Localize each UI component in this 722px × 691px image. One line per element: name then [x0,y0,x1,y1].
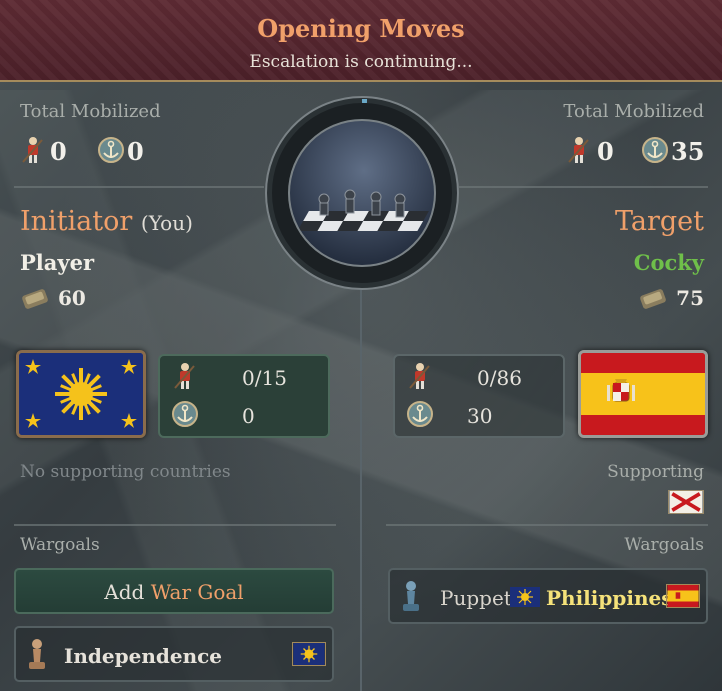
target-diplomatic-stat: 75 [676,286,704,310]
soldier-icon [568,137,589,163]
spain-flag-icon [581,353,705,435]
anchor-icon [98,137,124,163]
anchor-icon [172,401,198,427]
you-label: (You) [140,211,193,235]
pawn-icon [29,639,45,669]
target-flag[interactable] [578,350,708,438]
initiator-army-ratio: 0/15 [242,366,287,390]
scroll-icon [22,289,48,309]
initiator-army-mobilized: 0 [50,137,67,166]
pawn-icon [403,581,419,611]
initiator-diplomatic-stat: 60 [58,286,86,310]
divider [14,524,336,526]
initiator-navy-mobilized: 0 [127,137,144,166]
initiator-title: Initiator (You) [20,206,193,237]
target-forces-panel[interactable]: 0/86 30 [393,354,565,438]
philippines-flag-icon [19,353,143,435]
anchor-icon [407,401,433,427]
initiator-attitude: Player [20,250,95,275]
initiator-forces-panel[interactable]: 0/15 0 [158,354,330,438]
target-wargoal-type: Puppet [440,586,512,610]
add-button-prefix: Add [104,580,145,604]
center-emblem [264,95,460,291]
no-supporting-text: No supporting countries [20,462,231,482]
add-war-goal-button[interactable]: Add War Goal [14,568,334,614]
soldier-icon [22,137,43,163]
page-subtitle: Escalation is continuing... [249,52,473,72]
initiator-wargoal-row[interactable]: Independence [14,626,334,682]
scroll-icon [640,289,666,309]
add-button-highlight: War Goal [150,580,244,604]
initiator-wargoals-label: Wargoals [20,535,100,555]
target-army-mobilized: 0 [597,137,614,166]
initiator-total-mobilized-label: Total Mobilized [20,101,161,122]
philippines-flag-icon [510,587,540,607]
chess-board-icon [265,96,459,290]
target-label: Target [614,206,704,237]
target-wargoal-row[interactable]: Puppet Philippines [388,568,708,624]
soldier-icon [174,363,195,389]
divider [386,524,708,526]
target-army-ratio: 0/86 [477,366,522,390]
target-navy-value: 30 [467,404,493,428]
target-wargoals-label: Wargoals [624,535,704,555]
divider [458,186,708,188]
initiator-navy-value: 0 [242,404,255,428]
page-title: Opening Moves [257,14,465,43]
soldier-icon [409,363,430,389]
target-total-mobilized-label: Total Mobilized [563,101,704,122]
target-wargoal-country: Philippines [546,586,673,610]
target-supporting-label: Supporting [607,462,704,482]
divider [14,186,264,188]
anchor-icon [642,137,668,163]
initiator-label: Initiator [20,206,133,237]
philippines-flag-icon [292,642,326,666]
burgundy-cross-flag-icon[interactable] [668,490,704,514]
initiator-wargoal-name: Independence [64,644,223,668]
header-banner: Opening Moves Escalation is continuing..… [0,0,722,82]
spain-flag-icon [666,584,700,608]
center-divider [360,290,362,691]
initiator-flag[interactable] [16,350,146,438]
target-navy-mobilized: 35 [671,137,705,166]
target-attitude: Cocky [633,250,704,275]
